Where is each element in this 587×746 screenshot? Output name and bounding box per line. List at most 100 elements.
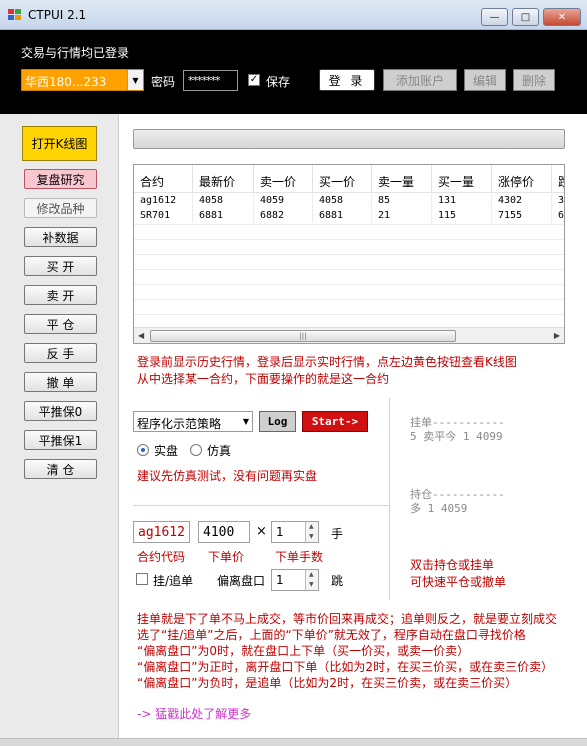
- buy-open-button[interactable]: 买 开: [24, 256, 97, 276]
- add-account-button[interactable]: 添加账户: [383, 69, 457, 91]
- offset-stepper[interactable]: 1 ▲ ▼: [271, 569, 319, 591]
- close-button[interactable]: ✕: [543, 8, 581, 26]
- offset-unit: 跳: [331, 574, 344, 588]
- table-cell: 6882: [254, 209, 313, 223]
- chevron-down-icon[interactable]: ▼: [243, 417, 249, 426]
- backfill-data-button[interactable]: 补数据: [24, 227, 97, 247]
- column-header[interactable]: 合约: [134, 165, 193, 193]
- start-button[interactable]: Start->: [302, 411, 368, 432]
- table-cell: 4058: [313, 194, 372, 208]
- delete-button[interactable]: 删除: [513, 69, 555, 91]
- chase-order-checkbox[interactable]: [136, 573, 148, 585]
- review-button[interactable]: 复盘研究: [24, 169, 97, 189]
- reverse-button[interactable]: 反 手: [24, 343, 97, 363]
- log-button[interactable]: Log: [259, 411, 296, 432]
- open-kline-button[interactable]: 打开K线图: [22, 126, 97, 161]
- grid-line: [134, 284, 564, 285]
- quantity-value: 1: [276, 525, 284, 539]
- column-header[interactable]: 买一价: [313, 165, 372, 193]
- table-cell: 115: [432, 209, 492, 223]
- price-label: 下单价: [208, 550, 245, 564]
- info-note-2: 从中选择某一合约，下面要操作的就是这一合约: [137, 372, 390, 386]
- contract-input[interactable]: ag1612: [133, 521, 190, 543]
- help-line-4: “偏离盘口”为正时，离开盘口下单（比如为2时，在买三价买，或在卖三价卖）: [137, 660, 554, 674]
- strategy-value: 程序化示范策略: [137, 417, 222, 431]
- chase-order-label: 挂/追单: [153, 574, 194, 588]
- save-checkbox[interactable]: ✓: [248, 74, 260, 86]
- account-select[interactable]: 华西180...233 ▼: [21, 69, 144, 91]
- help-line-1: 挂单就是下了单不马上成交，等市价回来再成交；追单则反之，就是要立刻成交: [137, 612, 558, 626]
- pending-order-item[interactable]: 5 卖平今 1 4099: [410, 428, 503, 444]
- table-header: 合约 最新价 卖一价 买一价 卖一量 买一量 涨停价 跌: [134, 165, 564, 193]
- table-cell: 85: [372, 194, 432, 208]
- table-cell: 6881: [313, 209, 372, 223]
- learn-more-link[interactable]: -> 猛戳此处了解更多: [137, 705, 251, 722]
- strategy-select[interactable]: 程序化示范策略 ▼: [133, 411, 253, 432]
- password-field[interactable]: *******: [183, 70, 238, 91]
- table-cell: 21: [372, 209, 432, 223]
- position-item[interactable]: 多 1 4059: [410, 500, 467, 516]
- hint-2: 可快速平仓或撤单: [410, 575, 507, 589]
- scroll-right-icon[interactable]: ▶: [554, 331, 560, 340]
- column-header[interactable]: 涨停价: [492, 165, 552, 193]
- horizontal-scrollbar[interactable]: ◀ ||| ▶: [134, 327, 564, 343]
- stepper-arrows[interactable]: ▲ ▼: [305, 570, 318, 590]
- minimize-button[interactable]: —: [481, 8, 508, 26]
- quote-table[interactable]: 合约 最新价 卖一价 买一价 卖一量 买一量 涨停价 跌 ag1612 4058…: [133, 164, 565, 344]
- hint-1: 双击持仓或挂单: [410, 558, 495, 572]
- login-button[interactable]: 登 录: [319, 69, 375, 91]
- column-header[interactable]: 卖一量: [372, 165, 432, 193]
- real-trading-label: 实盘: [154, 444, 179, 458]
- scroll-thumb[interactable]: |||: [150, 330, 456, 342]
- table-cell: 6: [558, 210, 565, 221]
- password-label: 密码: [151, 75, 176, 89]
- column-header[interactable]: 最新价: [193, 165, 254, 193]
- column-header[interactable]: 跌: [552, 165, 564, 193]
- login-status: 交易与行情均已登录: [21, 46, 130, 60]
- edit-button[interactable]: 编辑: [464, 69, 506, 91]
- price-input[interactable]: 4100: [198, 521, 250, 543]
- divider: [389, 398, 390, 600]
- table-cell: ag1612: [134, 194, 193, 208]
- close-position-button[interactable]: 平 仓: [24, 314, 97, 334]
- column-header[interactable]: 卖一价: [254, 165, 313, 193]
- quantity-label: 下单手数: [275, 550, 324, 564]
- maximize-button[interactable]: □: [512, 8, 539, 26]
- grid-line: [134, 224, 564, 225]
- simulation-label: 仿真: [207, 444, 232, 458]
- grid-line: [134, 269, 564, 270]
- cancel-order-button[interactable]: 撤 单: [24, 372, 97, 392]
- real-trading-radio[interactable]: [137, 444, 149, 456]
- sell-open-button[interactable]: 卖 开: [24, 285, 97, 305]
- divider: [133, 505, 389, 506]
- table-cell: 6881: [193, 209, 254, 223]
- table-cell: 131: [432, 194, 492, 208]
- help-line-5: “偏离盘口”为负时，是追单（比如为2时，在买三价卖，或在卖三价买）: [137, 676, 518, 690]
- help-line-3: “偏离盘口”为0时，就在盘口上下单（买一价买，或卖一价卖）: [137, 644, 470, 658]
- app-icon: [8, 9, 22, 21]
- column-header[interactable]: 买一量: [432, 165, 492, 193]
- clear-positions-button[interactable]: 清 仓: [24, 459, 97, 479]
- flat-keep1-button[interactable]: 平推保1: [24, 430, 97, 450]
- info-note-1: 登录前显示历史行情，登录后显示实时行情，点左边黄色按钮查看K线图: [137, 355, 517, 369]
- window-title: CTPUI 2.1: [28, 8, 87, 22]
- offset-label: 偏离盘口: [217, 574, 266, 588]
- chevron-down-icon[interactable]: ▼: [127, 70, 143, 90]
- table-cell: 4059: [254, 194, 313, 208]
- table-cell: 4058: [193, 194, 254, 208]
- grid-line: [134, 254, 564, 255]
- times-sign: ×: [256, 524, 267, 539]
- flat-keep0-button[interactable]: 平推保0: [24, 401, 97, 421]
- scroll-left-icon[interactable]: ◀: [138, 331, 144, 340]
- quantity-stepper[interactable]: 1 ▲ ▼: [271, 521, 319, 543]
- table-row[interactable]: SR701 6881 6882 6881 21 115 7155 6: [134, 209, 565, 223]
- grid-line: [134, 239, 564, 240]
- table-cell: 3: [558, 195, 565, 206]
- stepper-arrows[interactable]: ▲ ▼: [305, 522, 318, 542]
- simulation-radio[interactable]: [190, 444, 202, 456]
- table-row[interactable]: ag1612 4058 4059 4058 85 131 4302 3: [134, 194, 565, 208]
- modify-product-button[interactable]: 修改品种: [24, 198, 97, 218]
- save-label: 保存: [266, 75, 291, 89]
- table-cell: 4302: [492, 194, 552, 208]
- help-line-2: 选了“挂/追单”之后，上面的“下单价”就无效了，程序自动在盘口寻找价格: [137, 628, 526, 642]
